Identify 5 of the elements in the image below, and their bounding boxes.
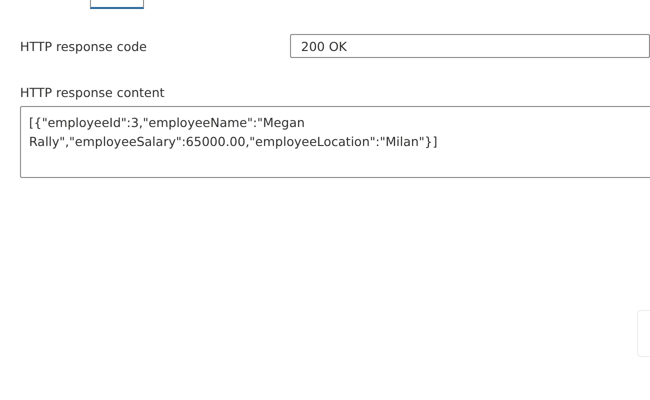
field-label: HTTP response content [20,85,165,100]
response-code-field[interactable]: 200 OK [290,34,650,58]
field-label: HTTP response code [20,38,148,54]
tab-button[interactable] [90,0,144,9]
response-content-field[interactable]: [{"employeeId":3,"employeeName":"Megan Rally","employeeSalary":65000.00,"employeeLocation":"Milan"}] [20,106,650,178]
